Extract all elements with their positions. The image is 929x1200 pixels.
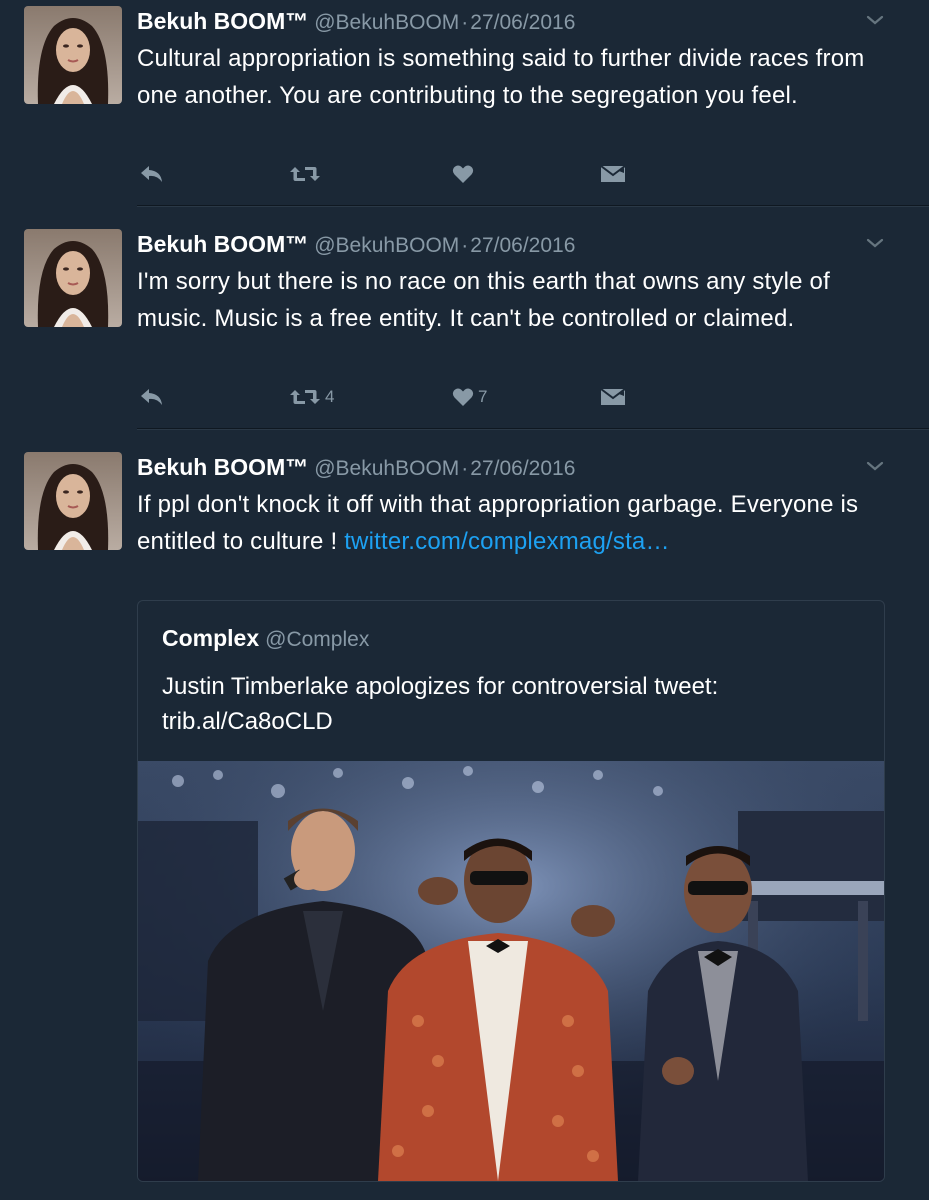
- author-name[interactable]: Bekuh BOOM™: [137, 8, 308, 34]
- tweet-header: Bekuh BOOM™ @BekuhBOOM·27/06/2016: [137, 227, 575, 261]
- like-button[interactable]: 7: [452, 382, 487, 412]
- retweet-button[interactable]: [289, 159, 325, 189]
- direct-message-icon: [600, 388, 626, 405]
- like-count: 7: [478, 387, 488, 406]
- retweet-icon: [290, 167, 320, 181]
- author-handle[interactable]: @BekuhBOOM: [314, 234, 459, 257]
- tweet-actions: 4 7: [137, 382, 737, 412]
- separator-dot: ·: [461, 457, 469, 480]
- author-handle[interactable]: @BekuhBOOM: [314, 457, 459, 480]
- tweet-actions: [137, 159, 737, 189]
- like-button[interactable]: [452, 159, 478, 189]
- tweet-text: Cultural appropriation is something said…: [137, 45, 865, 109]
- tweet-date[interactable]: 27/06/2016: [470, 11, 575, 34]
- tweet-divider: [137, 205, 929, 207]
- quoted-author-name[interactable]: Complex: [162, 625, 259, 651]
- avatar[interactable]: [24, 6, 122, 104]
- author-name[interactable]: Bekuh BOOM™: [137, 231, 308, 257]
- tweet[interactable]: Bekuh BOOM™ @BekuhBOOM·27/06/2016 I'm sor…: [0, 227, 929, 427]
- quoted-tweet-link[interactable]: trib.al/Ca8oCLD: [162, 704, 852, 739]
- quoted-tweet-line: Justin Timberlake apologizes for controv…: [162, 673, 719, 700]
- reply-icon: [141, 166, 162, 182]
- tweet-header: Bekuh BOOM™ @BekuhBOOM·27/06/2016: [137, 450, 575, 484]
- tweet-link[interactable]: twitter.com/complexmag/sta…: [344, 528, 670, 555]
- separator-dot: ·: [461, 11, 469, 34]
- avatar[interactable]: [24, 452, 122, 550]
- quoted-author-handle[interactable]: @Complex: [265, 628, 369, 651]
- author-handle[interactable]: @BekuhBOOM: [314, 11, 459, 34]
- reply-button[interactable]: [139, 382, 165, 412]
- tweet-divider: [137, 428, 929, 430]
- reply-button[interactable]: [139, 159, 165, 189]
- direct-message-icon: [600, 165, 626, 182]
- author-name[interactable]: Bekuh BOOM™: [137, 454, 308, 480]
- quoted-tweet-text: Justin Timberlake apologizes for controv…: [162, 669, 852, 739]
- retweet-button[interactable]: 4: [289, 382, 334, 412]
- chevron-down-icon[interactable]: [864, 12, 886, 28]
- chevron-down-icon[interactable]: [864, 458, 886, 474]
- quoted-tweet-card[interactable]: Complex @Complex Justin Timberlake apolog…: [137, 600, 885, 1182]
- timeline: Bekuh BOOM™ @BekuhBOOM·27/06/2016 Cultura…: [0, 0, 929, 1200]
- tweet-text: I'm sorry but there is no race on this e…: [137, 268, 830, 332]
- heart-icon: [452, 165, 474, 183]
- reply-icon: [141, 389, 162, 405]
- tweet-header: Bekuh BOOM™ @BekuhBOOM·27/06/2016: [137, 4, 575, 38]
- retweet-count: 4: [325, 387, 335, 406]
- heart-icon: [452, 388, 474, 406]
- chevron-down-icon[interactable]: [864, 235, 886, 251]
- tweet-date[interactable]: 27/06/2016: [470, 457, 575, 480]
- direct-message-button[interactable]: [600, 382, 626, 412]
- direct-message-button[interactable]: [600, 159, 626, 189]
- quoted-tweet-header: Complex @Complex: [162, 625, 369, 652]
- quoted-tweet-photo[interactable]: [138, 761, 884, 1181]
- retweet-icon: [290, 390, 320, 404]
- tweet-text: If ppl don't knock it off with that appr…: [137, 486, 877, 560]
- tweet[interactable]: Bekuh BOOM™ @BekuhBOOM·27/06/2016 Cultura…: [0, 4, 929, 204]
- separator-dot: ·: [461, 234, 469, 257]
- avatar[interactable]: [24, 229, 122, 327]
- tweet-date[interactable]: 27/06/2016: [470, 234, 575, 257]
